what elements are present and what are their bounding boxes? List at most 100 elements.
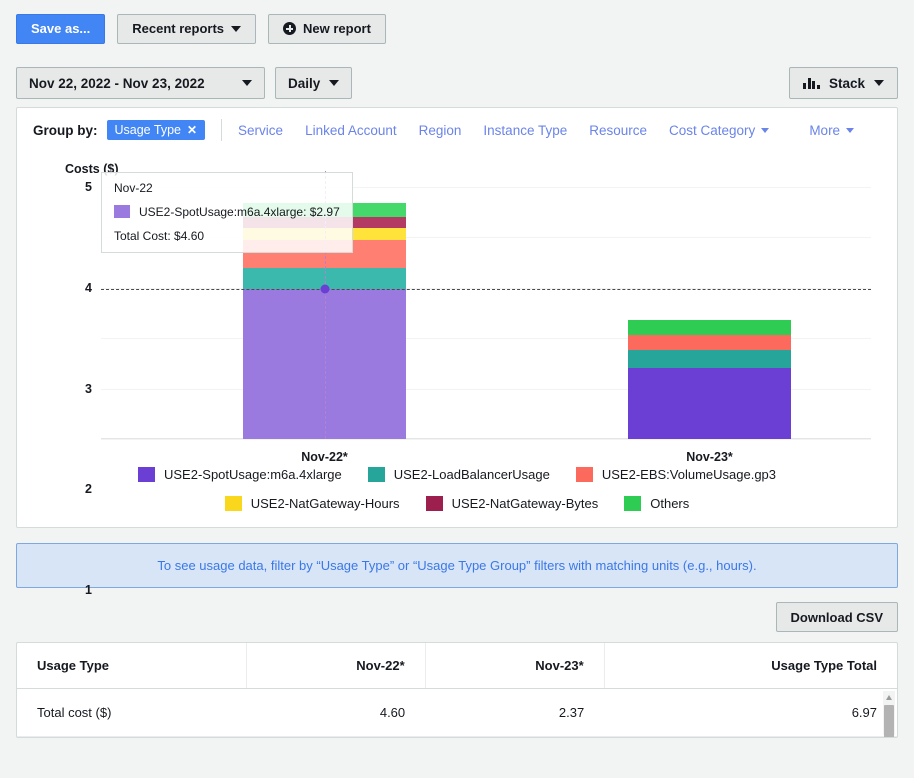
chevron-down-icon xyxy=(761,128,769,133)
scroll-up-arrow-icon[interactable] xyxy=(886,695,892,700)
group-by-row: Group by: Usage Type ✕ Service Linked Ac… xyxy=(17,108,897,151)
recent-reports-button[interactable]: Recent reports xyxy=(117,14,256,44)
plot-canvas[interactable]: 012345Nov-22*Nov-23*Nov-22USE2-SpotUsage… xyxy=(101,187,871,439)
group-by-option-region[interactable]: Region xyxy=(419,123,462,138)
legend-label: USE2-SpotUsage:m6a.4xlarge xyxy=(164,467,342,482)
download-csv-button[interactable]: Download CSV xyxy=(776,602,898,632)
table-header-nov-23[interactable]: Nov-23* xyxy=(425,643,604,689)
legend-color-swatch xyxy=(576,467,593,482)
legend-item[interactable]: USE2-NatGateway-Hours xyxy=(225,496,400,511)
legend-label: USE2-NatGateway-Bytes xyxy=(452,496,599,511)
group-by-option-instance-type[interactable]: Instance Type xyxy=(483,123,567,138)
date-range-select[interactable]: Nov 22, 2022 - Nov 23, 2022 xyxy=(16,67,265,99)
chip-label: Usage Type xyxy=(115,123,181,137)
save-as-button[interactable]: Save as... xyxy=(16,14,105,44)
group-by-option-resource[interactable]: Resource xyxy=(589,123,647,138)
group-by-option-cost-category[interactable]: Cost Category xyxy=(669,123,769,138)
chevron-down-icon xyxy=(329,80,339,86)
cost-category-label: Cost Category xyxy=(669,123,755,138)
table-vertical-scrollbar[interactable] xyxy=(883,691,895,735)
tooltip-total: Total Cost: $4.60 xyxy=(114,230,340,242)
y-axis-tick: 2 xyxy=(85,482,92,496)
legend-row: USE2-NatGateway-Hours USE2-NatGateway-Byt… xyxy=(17,496,897,511)
bar-chart-icon xyxy=(803,77,820,89)
new-report-label: New report xyxy=(303,21,371,36)
stacked-bar[interactable]: Nov-23* xyxy=(628,320,791,439)
save-as-label: Save as... xyxy=(31,21,90,36)
chart-card: Group by: Usage Type ✕ Service Linked Ac… xyxy=(16,107,898,528)
table-body: Total cost ($) 4.60 2.37 6.97 xyxy=(17,689,897,737)
bar-segment[interactable] xyxy=(628,350,791,369)
group-by-label: Group by: xyxy=(33,123,98,138)
table-cell-nov-22: 4.60 xyxy=(246,689,425,737)
legend-color-swatch xyxy=(225,496,242,511)
chart-style-select[interactable]: Stack xyxy=(789,67,898,99)
hover-data-point xyxy=(320,285,329,294)
y-axis-tick: 1 xyxy=(85,583,92,597)
hover-horizontal-guide xyxy=(101,289,871,290)
cost-table: Usage Type Nov-22* Nov-23* Usage Type To… xyxy=(17,643,897,737)
legend-item[interactable]: USE2-NatGateway-Bytes xyxy=(426,496,599,511)
scrollbar-thumb[interactable] xyxy=(884,705,894,738)
table-head: Usage Type Nov-22* Nov-23* Usage Type To… xyxy=(17,643,897,689)
legend-label: Others xyxy=(650,496,689,511)
legend-item[interactable]: Others xyxy=(624,496,689,511)
recent-reports-label: Recent reports xyxy=(132,21,224,36)
new-report-button[interactable]: New report xyxy=(268,14,386,44)
chart-legend: USE2-SpotUsage:m6a.4xlarge USE2-LoadBalan… xyxy=(17,457,897,527)
tooltip-color-swatch xyxy=(114,205,130,218)
more-label: More xyxy=(809,123,840,138)
cost-table-card: Usage Type Nov-22* Nov-23* Usage Type To… xyxy=(16,642,898,738)
table-header-usage-type-total[interactable]: Usage Type Total xyxy=(604,643,897,689)
chevron-down-icon xyxy=(231,26,241,32)
legend-color-swatch xyxy=(426,496,443,511)
chevron-down-icon xyxy=(242,80,252,86)
chevron-down-icon xyxy=(846,128,854,133)
plus-circle-icon xyxy=(283,22,296,35)
legend-item[interactable]: USE2-EBS:VolumeUsage.gp3 xyxy=(576,467,776,482)
group-by-option-linked-account[interactable]: Linked Account xyxy=(305,123,397,138)
group-by-option-service[interactable]: Service xyxy=(238,123,283,138)
granularity-select[interactable]: Daily xyxy=(275,67,352,99)
y-axis-tick: 3 xyxy=(85,382,92,396)
bar-segment[interactable] xyxy=(628,335,791,350)
x-axis-tick: Nov-23* xyxy=(686,450,733,464)
controls-row: Nov 22, 2022 - Nov 23, 2022 Daily Stack xyxy=(0,57,914,107)
tooltip-date: Nov-22 xyxy=(114,182,340,194)
y-axis-tick: 5 xyxy=(85,180,92,194)
csv-row: Download CSV xyxy=(0,588,914,642)
gridline: 0 xyxy=(101,439,871,440)
chart-plot-area: Costs ($) 012345Nov-22*Nov-23*Nov-22USE2… xyxy=(17,157,897,457)
date-range-value: Nov 22, 2022 - Nov 23, 2022 xyxy=(29,76,205,91)
legend-color-swatch xyxy=(368,467,385,482)
table-cell-total: 6.97 xyxy=(604,689,897,737)
group-by-chip-usage-type[interactable]: Usage Type ✕ xyxy=(107,120,206,140)
tooltip-series-row: USE2-SpotUsage:m6a.4xlarge: $2.97 xyxy=(114,205,340,218)
table-header-nov-22[interactable]: Nov-22* xyxy=(246,643,425,689)
legend-color-swatch xyxy=(624,496,641,511)
table-cell-usage-type: Total cost ($) xyxy=(17,689,246,737)
bar-segment[interactable] xyxy=(628,320,791,335)
x-axis-tick: Nov-22* xyxy=(301,450,348,464)
chart-tooltip: Nov-22 USE2-SpotUsage:m6a.4xlarge: $2.97 T… xyxy=(101,172,353,253)
chevron-down-icon xyxy=(874,80,884,86)
divider xyxy=(221,119,222,141)
legend-item[interactable]: USE2-LoadBalancerUsage xyxy=(368,467,550,482)
table-header-row: Usage Type Nov-22* Nov-23* Usage Type To… xyxy=(17,643,897,689)
legend-label: USE2-NatGateway-Hours xyxy=(251,496,400,511)
bar-segment[interactable] xyxy=(628,368,791,439)
granularity-value: Daily xyxy=(288,76,320,91)
legend-color-swatch xyxy=(138,467,155,482)
legend-label: USE2-LoadBalancerUsage xyxy=(394,467,550,482)
table-header-usage-type[interactable]: Usage Type xyxy=(17,643,246,689)
chart-style-value: Stack xyxy=(829,76,865,91)
legend-row: USE2-SpotUsage:m6a.4xlarge USE2-LoadBalan… xyxy=(17,467,897,482)
tooltip-series-label: USE2-SpotUsage:m6a.4xlarge: $2.97 xyxy=(139,206,340,218)
group-by-option-more[interactable]: More xyxy=(809,123,854,138)
legend-label: USE2-EBS:VolumeUsage.gp3 xyxy=(602,467,776,482)
download-csv-label: Download CSV xyxy=(791,610,883,625)
legend-item[interactable]: USE2-SpotUsage:m6a.4xlarge xyxy=(138,467,342,482)
table-cell-nov-23: 2.37 xyxy=(425,689,604,737)
table-row: Total cost ($) 4.60 2.37 6.97 xyxy=(17,689,897,737)
close-icon[interactable]: ✕ xyxy=(187,123,197,137)
